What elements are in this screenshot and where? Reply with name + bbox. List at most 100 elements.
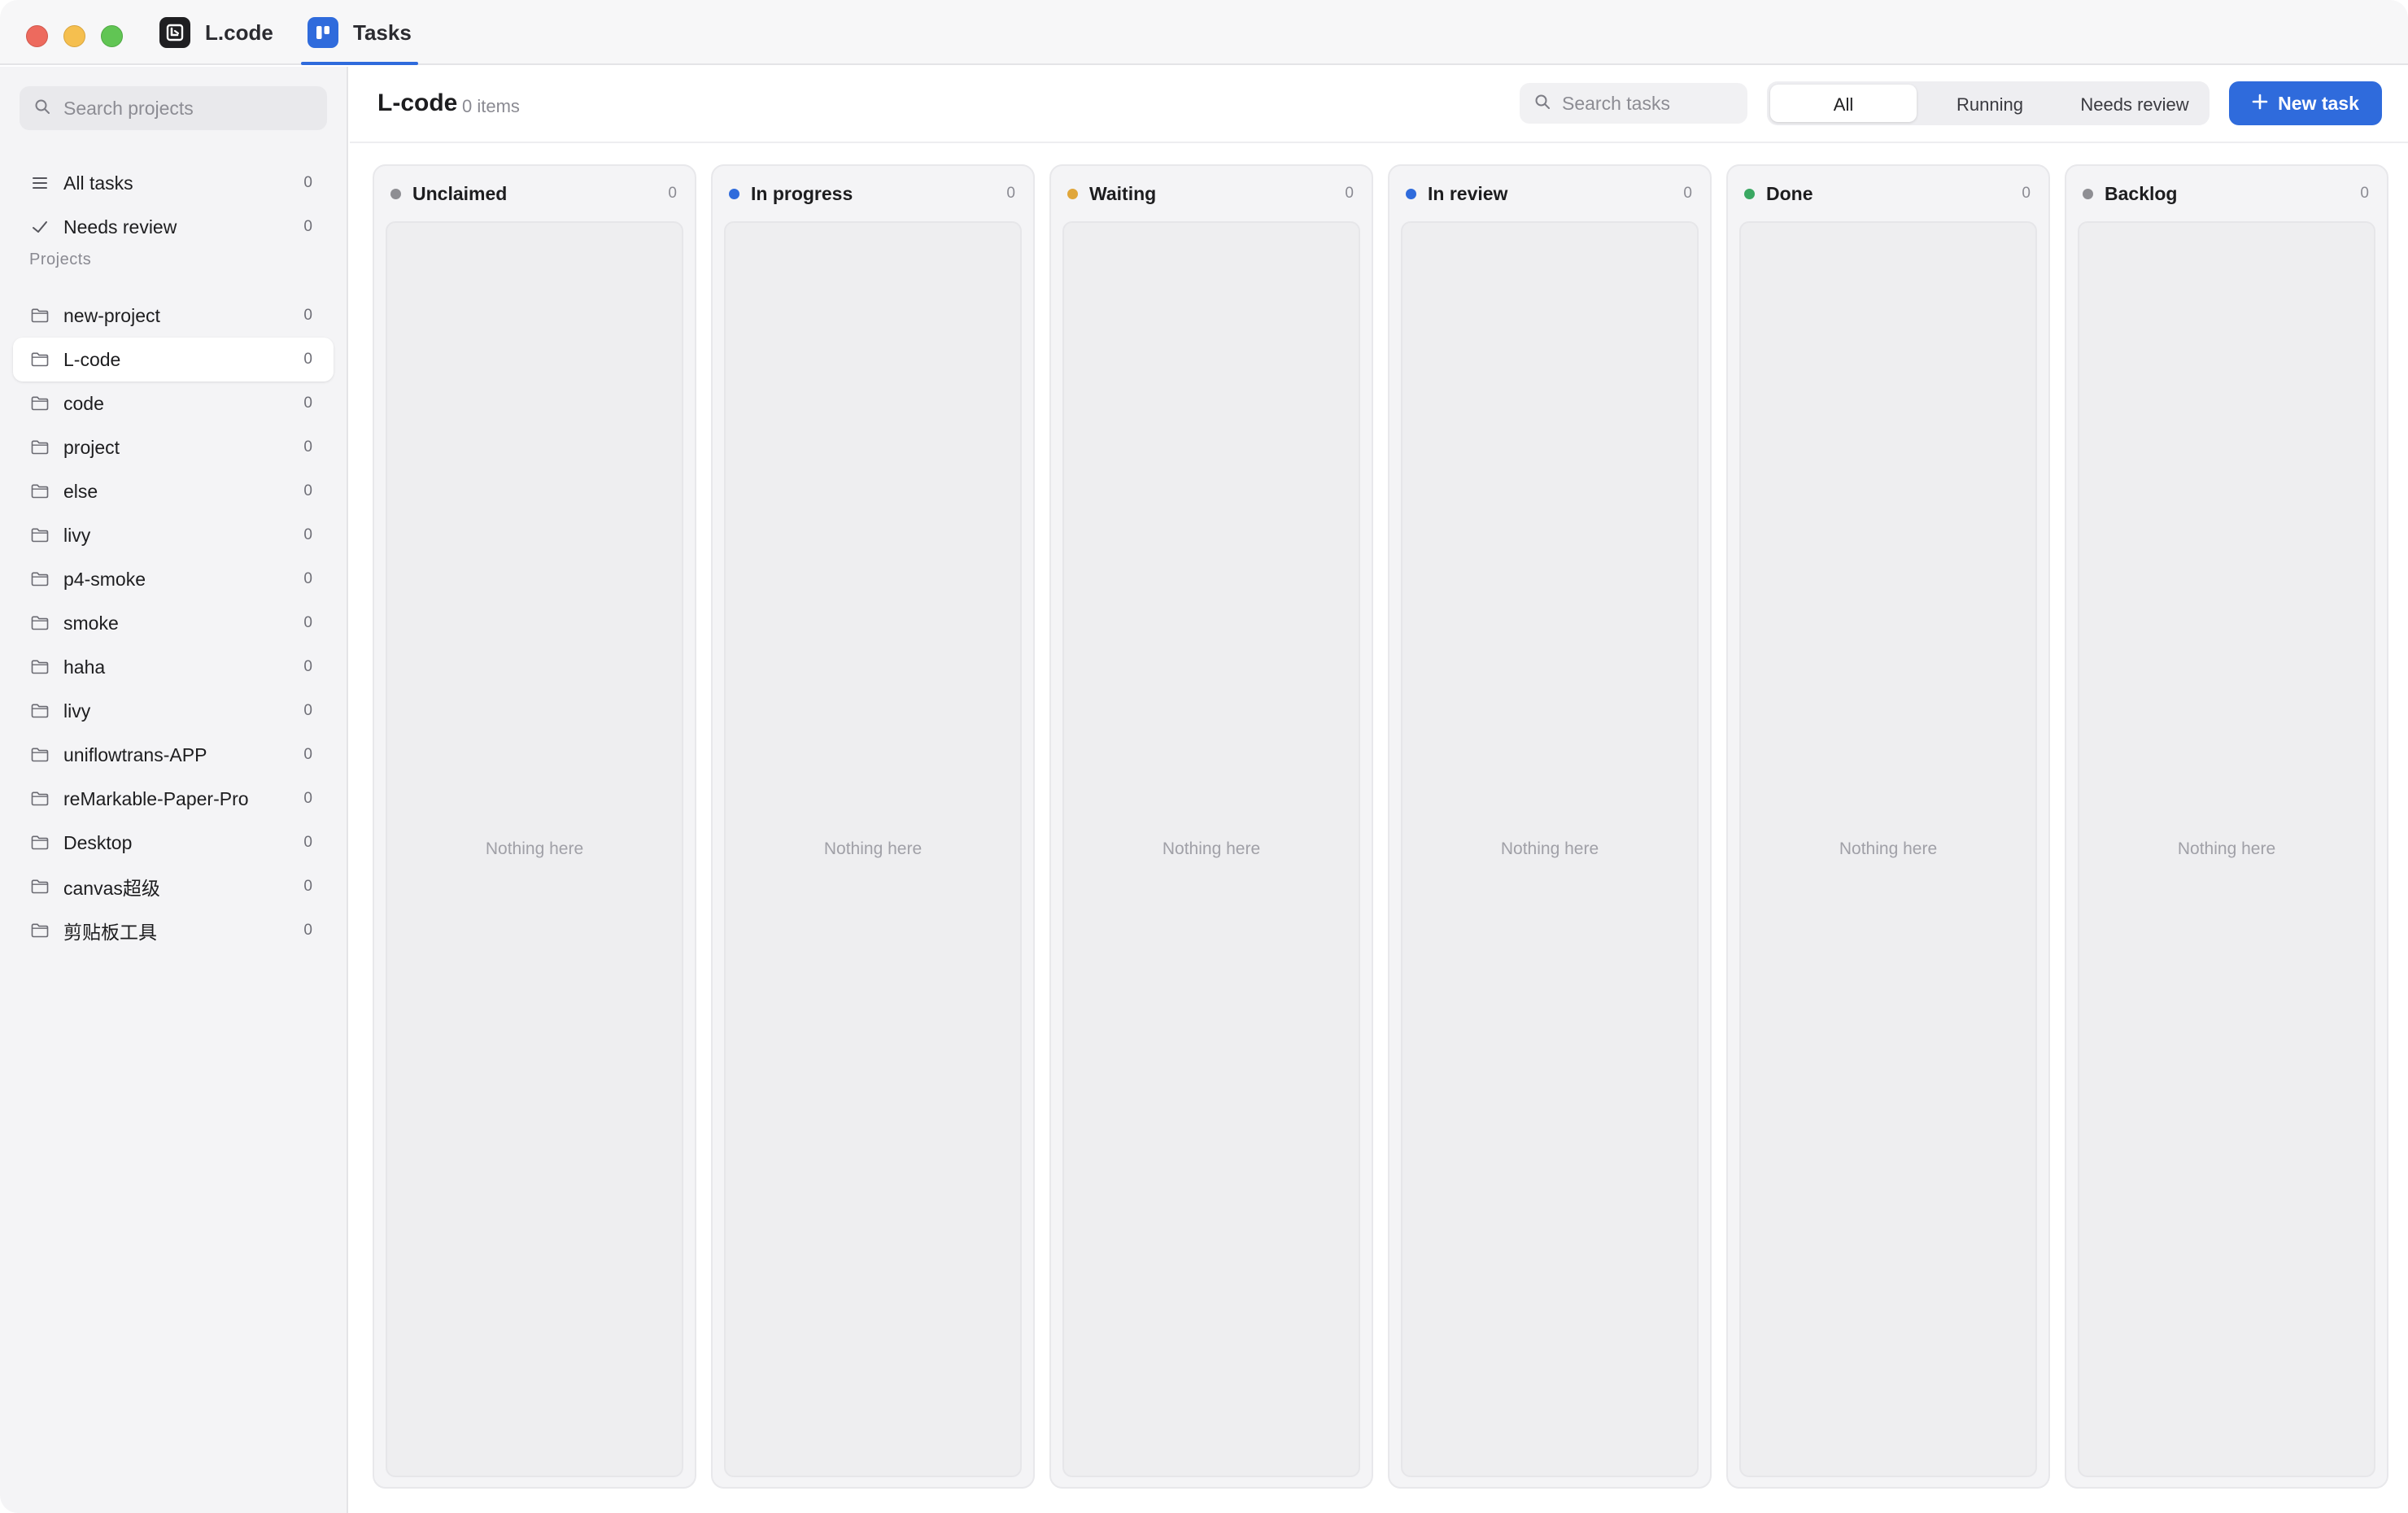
sidebar-project-item[interactable]: haha 0 xyxy=(13,645,334,689)
column-drop-area[interactable]: Nothing here xyxy=(2078,221,2375,1477)
folder-icon xyxy=(29,613,50,634)
column-drop-area[interactable]: Nothing here xyxy=(386,221,683,1477)
kanban-column: Done 0 Nothing here xyxy=(1726,164,2050,1489)
column-count: 0 xyxy=(2022,185,2031,202)
project-label: code xyxy=(63,392,104,414)
column-header: Waiting 0 xyxy=(1051,166,1372,221)
column-drop-area[interactable]: Nothing here xyxy=(1062,221,1360,1477)
column-title: Backlog xyxy=(2105,182,2178,204)
project-count: 0 xyxy=(303,351,312,368)
checkmark-icon xyxy=(29,216,50,238)
column-drop-area[interactable]: Nothing here xyxy=(1401,221,1699,1477)
sidebar-project-item[interactable]: smoke 0 xyxy=(13,601,334,645)
folder-icon xyxy=(29,920,50,941)
title-bar: L.code Tasks xyxy=(0,0,2408,65)
column-title: Unclaimed xyxy=(412,182,508,204)
project-count: 0 xyxy=(303,614,312,631)
filter-needs-review[interactable]: Needs review xyxy=(2063,85,2206,122)
filter-running[interactable]: Running xyxy=(1917,85,2063,122)
tasks-board-icon xyxy=(308,17,338,48)
column-count: 0 xyxy=(2360,185,2369,202)
status-dot-icon xyxy=(1406,188,1416,199)
sidebar-project-item[interactable]: code 0 xyxy=(13,382,334,425)
project-label: 剪贴板工具 xyxy=(63,922,157,943)
project-search[interactable] xyxy=(20,86,327,130)
kanban-column: In review 0 Nothing here xyxy=(1388,164,1712,1489)
page-title: L-code xyxy=(377,89,458,116)
project-count: 0 xyxy=(303,482,312,499)
tab-tasks[interactable]: Tasks xyxy=(301,0,418,65)
folder-icon xyxy=(29,525,50,546)
column-drop-area[interactable]: Nothing here xyxy=(724,221,1022,1477)
column-count: 0 xyxy=(1006,185,1015,202)
project-count: 0 xyxy=(303,526,312,543)
kanban-column: Backlog 0 Nothing here xyxy=(2065,164,2388,1489)
folder-icon xyxy=(29,744,50,765)
task-search[interactable] xyxy=(1520,83,1747,124)
sidebar-project-item[interactable]: reMarkable-Paper-Pro 0 xyxy=(13,777,334,821)
app-window: L.code Tasks Search projects All tasks 0… xyxy=(0,0,2408,1513)
project-count: 0 xyxy=(303,395,312,412)
project-count: 0 xyxy=(303,658,312,675)
folder-icon xyxy=(29,656,50,678)
sidebar-project-item[interactable]: uniflowtrans-APP 0 xyxy=(13,733,334,777)
sidebar-item-needs-review[interactable]: Needs review 0 xyxy=(13,205,334,249)
project-label: livy xyxy=(63,700,91,722)
lcode-app-icon xyxy=(159,17,190,48)
empty-state-text: Nothing here xyxy=(2177,839,2276,858)
folder-icon xyxy=(29,305,50,326)
sidebar-project-item[interactable]: p4-smoke 0 xyxy=(13,557,334,601)
status-dot-icon xyxy=(1067,188,1078,199)
item-count: 0 xyxy=(303,174,312,191)
status-filter: All Running Needs review xyxy=(1767,81,2210,125)
project-count: 0 xyxy=(303,790,312,807)
close-window-button[interactable] xyxy=(26,25,48,47)
folder-icon xyxy=(29,569,50,590)
column-header: Unclaimed 0 xyxy=(374,166,695,221)
project-label: haha xyxy=(63,656,106,678)
kanban-column: In progress 0 Nothing here xyxy=(711,164,1035,1489)
sidebar-project-item[interactable]: livy 0 xyxy=(13,689,334,733)
folder-icon xyxy=(29,788,50,809)
new-task-label: New task xyxy=(2278,92,2359,114)
sidebar-project-item[interactable]: project 0 xyxy=(13,425,334,469)
project-label: project xyxy=(63,436,120,458)
sidebar-item-all-tasks[interactable]: All tasks 0 xyxy=(13,161,334,205)
column-header: In review 0 xyxy=(1389,166,1710,221)
column-drop-area[interactable]: Nothing here xyxy=(1739,221,2037,1477)
sidebar-project-item[interactable]: Desktop 0 xyxy=(13,821,334,865)
tab-lcode[interactable]: L.code xyxy=(159,0,273,65)
column-title: In progress xyxy=(751,182,853,204)
folder-icon xyxy=(29,876,50,897)
folder-icon xyxy=(29,700,50,722)
folder-icon xyxy=(29,393,50,414)
sidebar-project-item[interactable]: L-code 0 xyxy=(13,338,334,382)
item-count-label: 0 items xyxy=(462,96,520,116)
list-icon xyxy=(29,172,50,194)
project-search-input[interactable] xyxy=(62,96,322,120)
filter-all[interactable]: All xyxy=(1770,85,1917,122)
tab-label: L.code xyxy=(205,20,273,45)
project-count: 0 xyxy=(303,702,312,719)
sidebar-project-item[interactable]: 剪贴板工具 0 xyxy=(13,909,334,953)
project-count: 0 xyxy=(303,746,312,763)
tab-label: Tasks xyxy=(353,20,412,45)
sidebar: All tasks 0 Needs review 0 Projects new-… xyxy=(0,67,348,1513)
projects-section-heading: Projects xyxy=(29,251,92,268)
column-header: Done 0 xyxy=(1728,166,2048,221)
sidebar-project-item[interactable]: canvas超级 0 xyxy=(13,865,334,909)
project-label: Desktop xyxy=(63,831,133,853)
empty-state-text: Nothing here xyxy=(1839,839,1938,858)
zoom-window-button[interactable] xyxy=(101,25,123,47)
sidebar-project-item[interactable]: else 0 xyxy=(13,469,334,513)
sidebar-project-item[interactable]: new-project 0 xyxy=(13,294,334,338)
new-task-button[interactable]: New task xyxy=(2229,81,2382,125)
project-label: p4-smoke xyxy=(63,568,146,590)
minimize-window-button[interactable] xyxy=(63,25,85,47)
empty-state-text: Nothing here xyxy=(823,839,923,858)
sidebar-project-item[interactable]: livy 0 xyxy=(13,513,334,557)
empty-state-text: Nothing here xyxy=(485,839,584,858)
project-count: 0 xyxy=(303,438,312,456)
plus-icon xyxy=(2252,93,2268,115)
task-search-input[interactable] xyxy=(1560,91,1739,116)
